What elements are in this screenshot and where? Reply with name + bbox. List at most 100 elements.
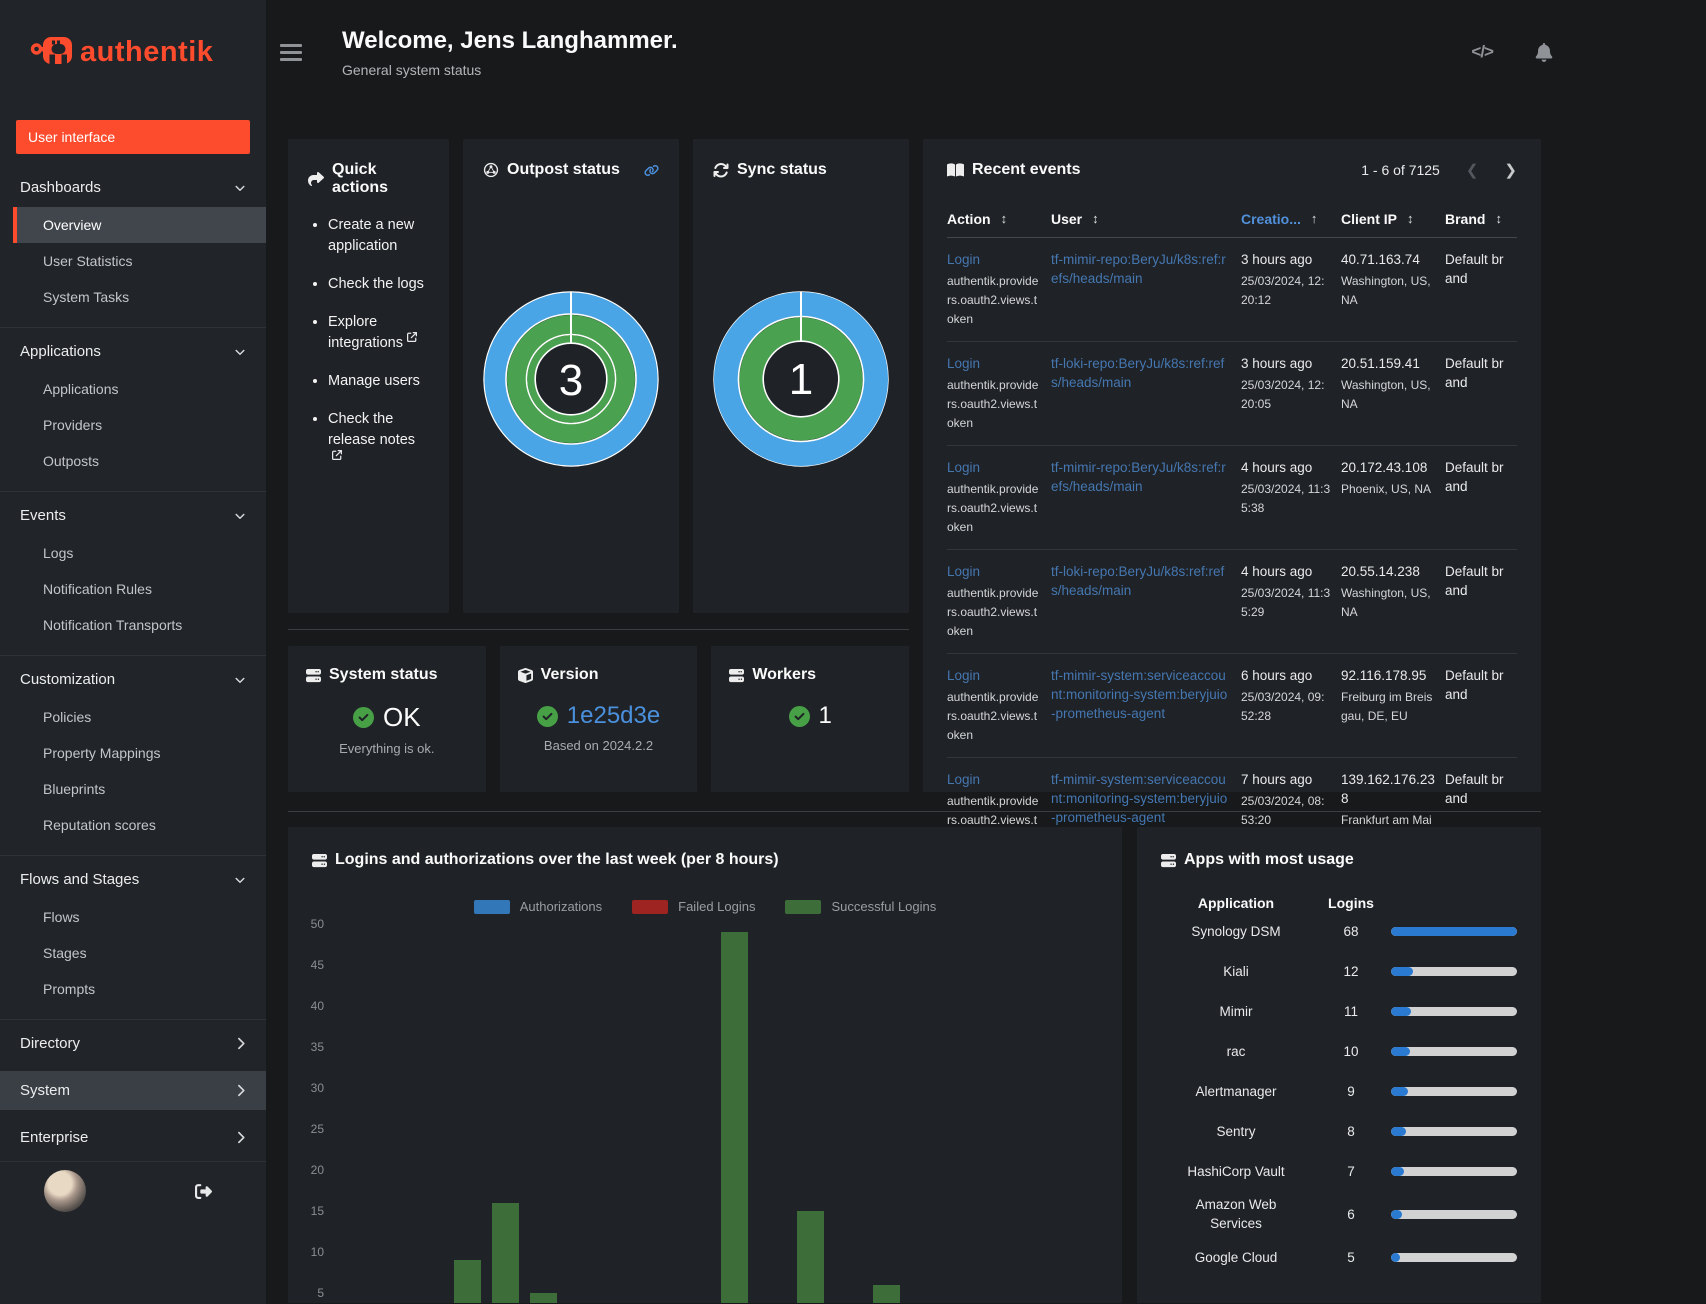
quick-action-link-check-the-logs[interactable]: Check the logs <box>328 276 424 292</box>
event-action-link[interactable]: Login <box>947 564 980 579</box>
sidebar-item-notification-rules[interactable]: Notification Rules <box>0 571 266 607</box>
sidebar-item-events[interactable]: Events <box>0 496 266 535</box>
outpost-link-icon[interactable] <box>644 163 659 178</box>
sidebar-item-system-tasks[interactable]: System Tasks <box>0 279 266 315</box>
events-table-body: Login authentik.providers.oauth2.views.to… <box>947 238 1517 861</box>
pagination-next-icon[interactable]: ❯ <box>1504 161 1517 179</box>
events-column-user[interactable]: User ↕ <box>1051 211 1241 227</box>
event-when: 4 hours ago <box>1241 564 1313 579</box>
check-circle-icon <box>536 705 558 727</box>
events-column-brand[interactable]: Brand ↕ <box>1445 211 1517 227</box>
brand-wordmark: authentik <box>80 35 214 68</box>
quick-action-item: Manage users <box>328 371 429 392</box>
sidebar-item-stages[interactable]: Stages <box>0 935 266 971</box>
sidebar-item-system[interactable]: System <box>0 1071 266 1110</box>
version-value-link[interactable]: 1e25d3e <box>567 702 660 730</box>
event-action-link[interactable]: Login <box>947 772 980 787</box>
chart-legend: Authorizations Failed Logins Successful Lo… <box>288 899 1122 914</box>
app-usage-bar <box>1391 1126 1517 1136</box>
quick-action-link-check-the-release-notes[interactable]: Check the release notes <box>328 411 415 448</box>
event-action-link[interactable]: Login <box>947 252 980 267</box>
notifications-bell-icon[interactable] <box>1535 42 1553 62</box>
apps-usage-card: Apps with most usage Application Logins … <box>1137 827 1541 1303</box>
sidebar-item-applications[interactable]: Applications <box>0 371 266 407</box>
quick-action-link-explore-integrations[interactable]: Explore integrations <box>328 314 403 351</box>
event-action-app: authentik.providers.oauth2.views.token <box>947 482 1039 534</box>
system-status-description: Everything is ok. <box>339 741 435 756</box>
event-row: Login authentik.providers.oauth2.views.to… <box>947 654 1517 758</box>
app-usage-bar <box>1391 1046 1517 1056</box>
event-date: 25/03/2024, 11:35:38 <box>1241 482 1331 515</box>
bar-successful-logins <box>720 932 748 1303</box>
sidebar-item-logs[interactable]: Logs <box>0 535 266 571</box>
quick-action-link-manage-users[interactable]: Manage users <box>328 373 420 389</box>
sidebar-item-dashboards[interactable]: Dashboards <box>0 168 266 207</box>
sidebar-item-user-statistics[interactable]: User Statistics <box>0 243 266 279</box>
app-usage-row: Amazon Web Services 6 <box>1161 1191 1517 1237</box>
event-user-link[interactable]: tf-mimir-system:serviceaccount:monitorin… <box>1051 668 1227 721</box>
event-user-link[interactable]: tf-mimir-repo:BeryJu/k8s:ref:refs/heads/… <box>1051 252 1226 286</box>
quick-action-item: Check the release notes <box>328 409 429 472</box>
quick-action-link-create-a-new-application[interactable]: Create a new application <box>328 217 414 254</box>
event-client-ip: 40.71.163.74 <box>1341 252 1420 267</box>
sidebar-item-enterprise[interactable]: Enterprise <box>0 1118 266 1157</box>
logins-chart-card: Logins and authorizations over the last … <box>288 827 1122 1303</box>
event-action-link[interactable]: Login <box>947 356 980 371</box>
event-user-link[interactable]: tf-loki-repo:BeryJu/k8s:ref:refs/heads/m… <box>1051 564 1224 598</box>
sidebar-item-property-mappings[interactable]: Property Mappings <box>0 735 266 771</box>
app-login-count: 10 <box>1343 1043 1359 1059</box>
avatar[interactable] <box>44 1170 86 1212</box>
event-user-link[interactable]: tf-loki-repo:BeryJu/k8s:ref:refs/heads/m… <box>1051 356 1224 390</box>
hamburger-menu-icon[interactable] <box>280 43 302 61</box>
sidebar-item-label: Directory <box>20 1035 81 1052</box>
pagination-prev-icon[interactable]: ❮ <box>1466 161 1479 179</box>
app-usage-row: Synology DSM 68 <box>1161 911 1517 951</box>
event-when: 4 hours ago <box>1241 460 1313 475</box>
sign-out-icon[interactable] <box>194 1183 213 1200</box>
event-user-link[interactable]: tf-mimir-system:serviceaccount:monitorin… <box>1051 772 1227 825</box>
events-column-client-ip[interactable]: Client IP ↕ <box>1341 211 1445 227</box>
sidebar-item-notification-transports[interactable]: Notification Transports <box>0 607 266 643</box>
sidebar-item-overview[interactable]: Overview <box>13 207 266 243</box>
sidebar-item-outposts[interactable]: Outposts <box>0 443 266 479</box>
app-login-count: 8 <box>1347 1123 1355 1139</box>
apps-usage-table: Synology DSM 68 Kiali 12 Mimir 11 rac 10 Alertma… <box>1161 911 1517 1277</box>
sidebar-item-applications[interactable]: Applications <box>0 332 266 371</box>
sidebar-item-directory[interactable]: Directory <box>0 1024 266 1063</box>
user-interface-button[interactable]: User interface <box>16 120 250 154</box>
event-geo: Washington, US, NA <box>1341 586 1431 619</box>
sidebar-item-label: Enterprise <box>20 1129 89 1146</box>
app-usage-bar <box>1391 926 1517 936</box>
sidebar-item-providers[interactable]: Providers <box>0 407 266 443</box>
sync-status-donut: 1 <box>713 291 889 467</box>
sidebar-item-customization[interactable]: Customization <box>0 660 266 699</box>
sidebar-item-prompts[interactable]: Prompts <box>0 971 266 1007</box>
server-icon <box>729 668 745 683</box>
events-column-creatio[interactable]: Creatio... ↑ <box>1241 211 1341 227</box>
event-when: 6 hours ago <box>1241 668 1313 683</box>
sync-status-value: 1 <box>789 355 813 404</box>
chevron-right-icon <box>235 1131 246 1144</box>
sidebar-item-flows[interactable]: Flows <box>0 899 266 935</box>
chevron-down-icon <box>234 874 246 886</box>
check-circle-icon <box>788 705 810 727</box>
chevron-right-icon <box>235 1037 246 1050</box>
app-login-count: 11 <box>1343 1003 1358 1019</box>
events-column-action[interactable]: Action ↕ <box>947 211 1051 227</box>
event-client-ip: 20.172.43.108 <box>1341 460 1428 475</box>
sidebar-item-reputation-scores[interactable]: Reputation scores <box>0 807 266 843</box>
sidebar-item-flows-and-stages[interactable]: Flows and Stages <box>0 860 266 899</box>
app-name: Amazon Web Services <box>1195 1197 1277 1231</box>
outpost-status-donut: 3 <box>483 291 659 467</box>
api-browser-icon[interactable]: </> <box>1471 42 1494 62</box>
sidebar-nav: Dashboards Overview User Statistics System … <box>0 164 266 1170</box>
event-action-link[interactable]: Login <box>947 460 980 475</box>
event-action-link[interactable]: Login <box>947 668 980 683</box>
event-when: 7 hours ago <box>1241 772 1313 787</box>
sidebar-item-policies[interactable]: Policies <box>0 699 266 735</box>
sidebar-item-label: Dashboards <box>20 179 101 196</box>
event-user-link[interactable]: tf-mimir-repo:BeryJu/k8s:ref:refs/heads/… <box>1051 460 1226 494</box>
sidebar-item-blueprints[interactable]: Blueprints <box>0 771 266 807</box>
app-login-count: 12 <box>1343 963 1359 979</box>
sync-refresh-icon <box>713 162 729 178</box>
